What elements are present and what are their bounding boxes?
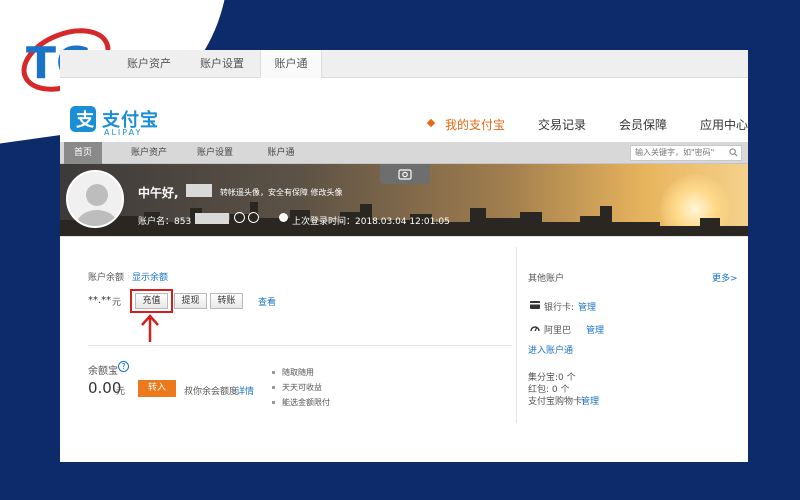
alipay-account-label: 阿里巴: [544, 326, 572, 336]
subnav-account-link[interactable]: 账户通: [250, 142, 312, 164]
search-icon[interactable]: [729, 148, 738, 157]
pay-card-manage-link[interactable]: 管理: [581, 394, 599, 407]
yuebao-title: 余额宝: [88, 366, 118, 377]
bank-card-icon: [530, 301, 540, 309]
avatar[interactable]: [66, 170, 124, 228]
sub-navbar: 首页 账户资产 账户设置 账户通 输入关键字，如"密码": [60, 142, 748, 164]
change-cover-button[interactable]: [380, 164, 430, 184]
id-verified-icon[interactable]: [234, 212, 245, 223]
yuebao-unit: 元: [116, 387, 126, 397]
balance-masked: **.**: [88, 295, 112, 306]
site-header: 支 支付宝 ALIPAY 我的支付宝 交易记录 会员保障 应用中心: [60, 90, 748, 142]
balance-unit: 元: [112, 298, 122, 308]
account-name-label: 账户名：853: [138, 217, 192, 227]
view-link[interactable]: 查看: [258, 295, 276, 308]
feature-item: 能选金额限付: [282, 398, 330, 407]
nav-my-alipay[interactable]: 我的支付宝: [445, 116, 505, 133]
other-accounts-title: 其他账户: [528, 274, 565, 284]
yuebao-detail-link[interactable]: 详情: [236, 384, 254, 397]
username-redacted: [186, 184, 212, 197]
top-tab-account-settings[interactable]: 账户设置: [184, 50, 260, 78]
arrow-up-icon: [141, 314, 159, 342]
pay-card-label: 支付宝购物卡:: [528, 397, 586, 407]
alipay-manage-link[interactable]: 管理: [586, 323, 604, 336]
column-divider: [516, 247, 517, 423]
screenshot-frame: 账户资产 账户设置 账户通 支 支付宝 ALIPAY 我的支付宝 交易记录 会员…: [60, 50, 748, 462]
camera-icon: [398, 169, 412, 180]
subnav-account-settings[interactable]: 账户设置: [184, 142, 246, 164]
brand-subtitle: ALIPAY: [104, 128, 143, 137]
dashboard-content: 账户余额 显示余额 **.** 元 充值 提现 转账 查看 余额宝 ? 0.00…: [60, 236, 748, 462]
svg-text:支: 支: [75, 109, 95, 131]
top-tab-account-link[interactable]: 账户通: [260, 50, 322, 78]
help-icon[interactable]: ?: [118, 361, 129, 372]
nav-app-center[interactable]: 应用中心: [700, 116, 748, 133]
search-placeholder: 输入关键字，如"密码": [635, 148, 715, 157]
subnav-account-assets[interactable]: 账户资产: [118, 142, 180, 164]
transfer-button[interactable]: 转账: [210, 293, 243, 309]
gauge-icon: [530, 326, 540, 332]
subnav-home[interactable]: 首页: [64, 142, 102, 164]
bullet-icon: [272, 371, 275, 374]
last-login-time: 上次登录时间：2018.03.04 12:01:05: [292, 217, 450, 227]
withdraw-button[interactable]: 提现: [174, 293, 207, 309]
bank-card-manage-link[interactable]: 管理: [578, 300, 596, 313]
feature-item: 随取随用: [282, 368, 314, 377]
greeting-text: 中午好,: [138, 186, 179, 200]
more-link[interactable]: 更多>: [712, 271, 738, 284]
nav-member-protection[interactable]: 会员保障: [619, 116, 667, 133]
search-input[interactable]: 输入关键字，如"密码": [630, 145, 742, 161]
account-name-redacted: [195, 213, 229, 224]
show-balance-link[interactable]: 显示余额: [132, 270, 168, 283]
alipay-icon: 支: [70, 106, 96, 132]
balance-label: 账户余额: [88, 273, 125, 283]
alipay-brand[interactable]: 支 支付宝 ALIPAY: [66, 100, 186, 137]
feature-item: 天天可收益: [282, 383, 322, 392]
security-status-icon[interactable]: [248, 212, 259, 223]
nav-transaction-records[interactable]: 交易记录: [538, 116, 586, 133]
clock-icon: [279, 213, 288, 222]
top-tab-account-assets[interactable]: 账户资产: [114, 50, 184, 78]
bullet-icon: [272, 386, 275, 389]
active-nav-bullet-icon: [426, 118, 436, 128]
transfer-in-button[interactable]: 转入: [138, 380, 176, 397]
enter-account-link[interactable]: 进入账户通: [528, 343, 573, 356]
profile-banner: 中午好, 转帐遥头像，安全有保障 修改头像 账户名：853 上次登录时间：201…: [60, 164, 748, 236]
yuebao-hint: 叔你余会额度: [184, 387, 239, 397]
avatar-tip[interactable]: 转帐遥头像，安全有保障 修改头像: [220, 187, 343, 198]
top-tab-strip: 账户资产 账户设置 账户通: [60, 50, 748, 78]
bank-card-label: 银行卡:: [544, 303, 575, 313]
bullet-icon: [272, 401, 275, 404]
recharge-highlight-box: [130, 289, 173, 313]
section-divider: [88, 345, 512, 346]
